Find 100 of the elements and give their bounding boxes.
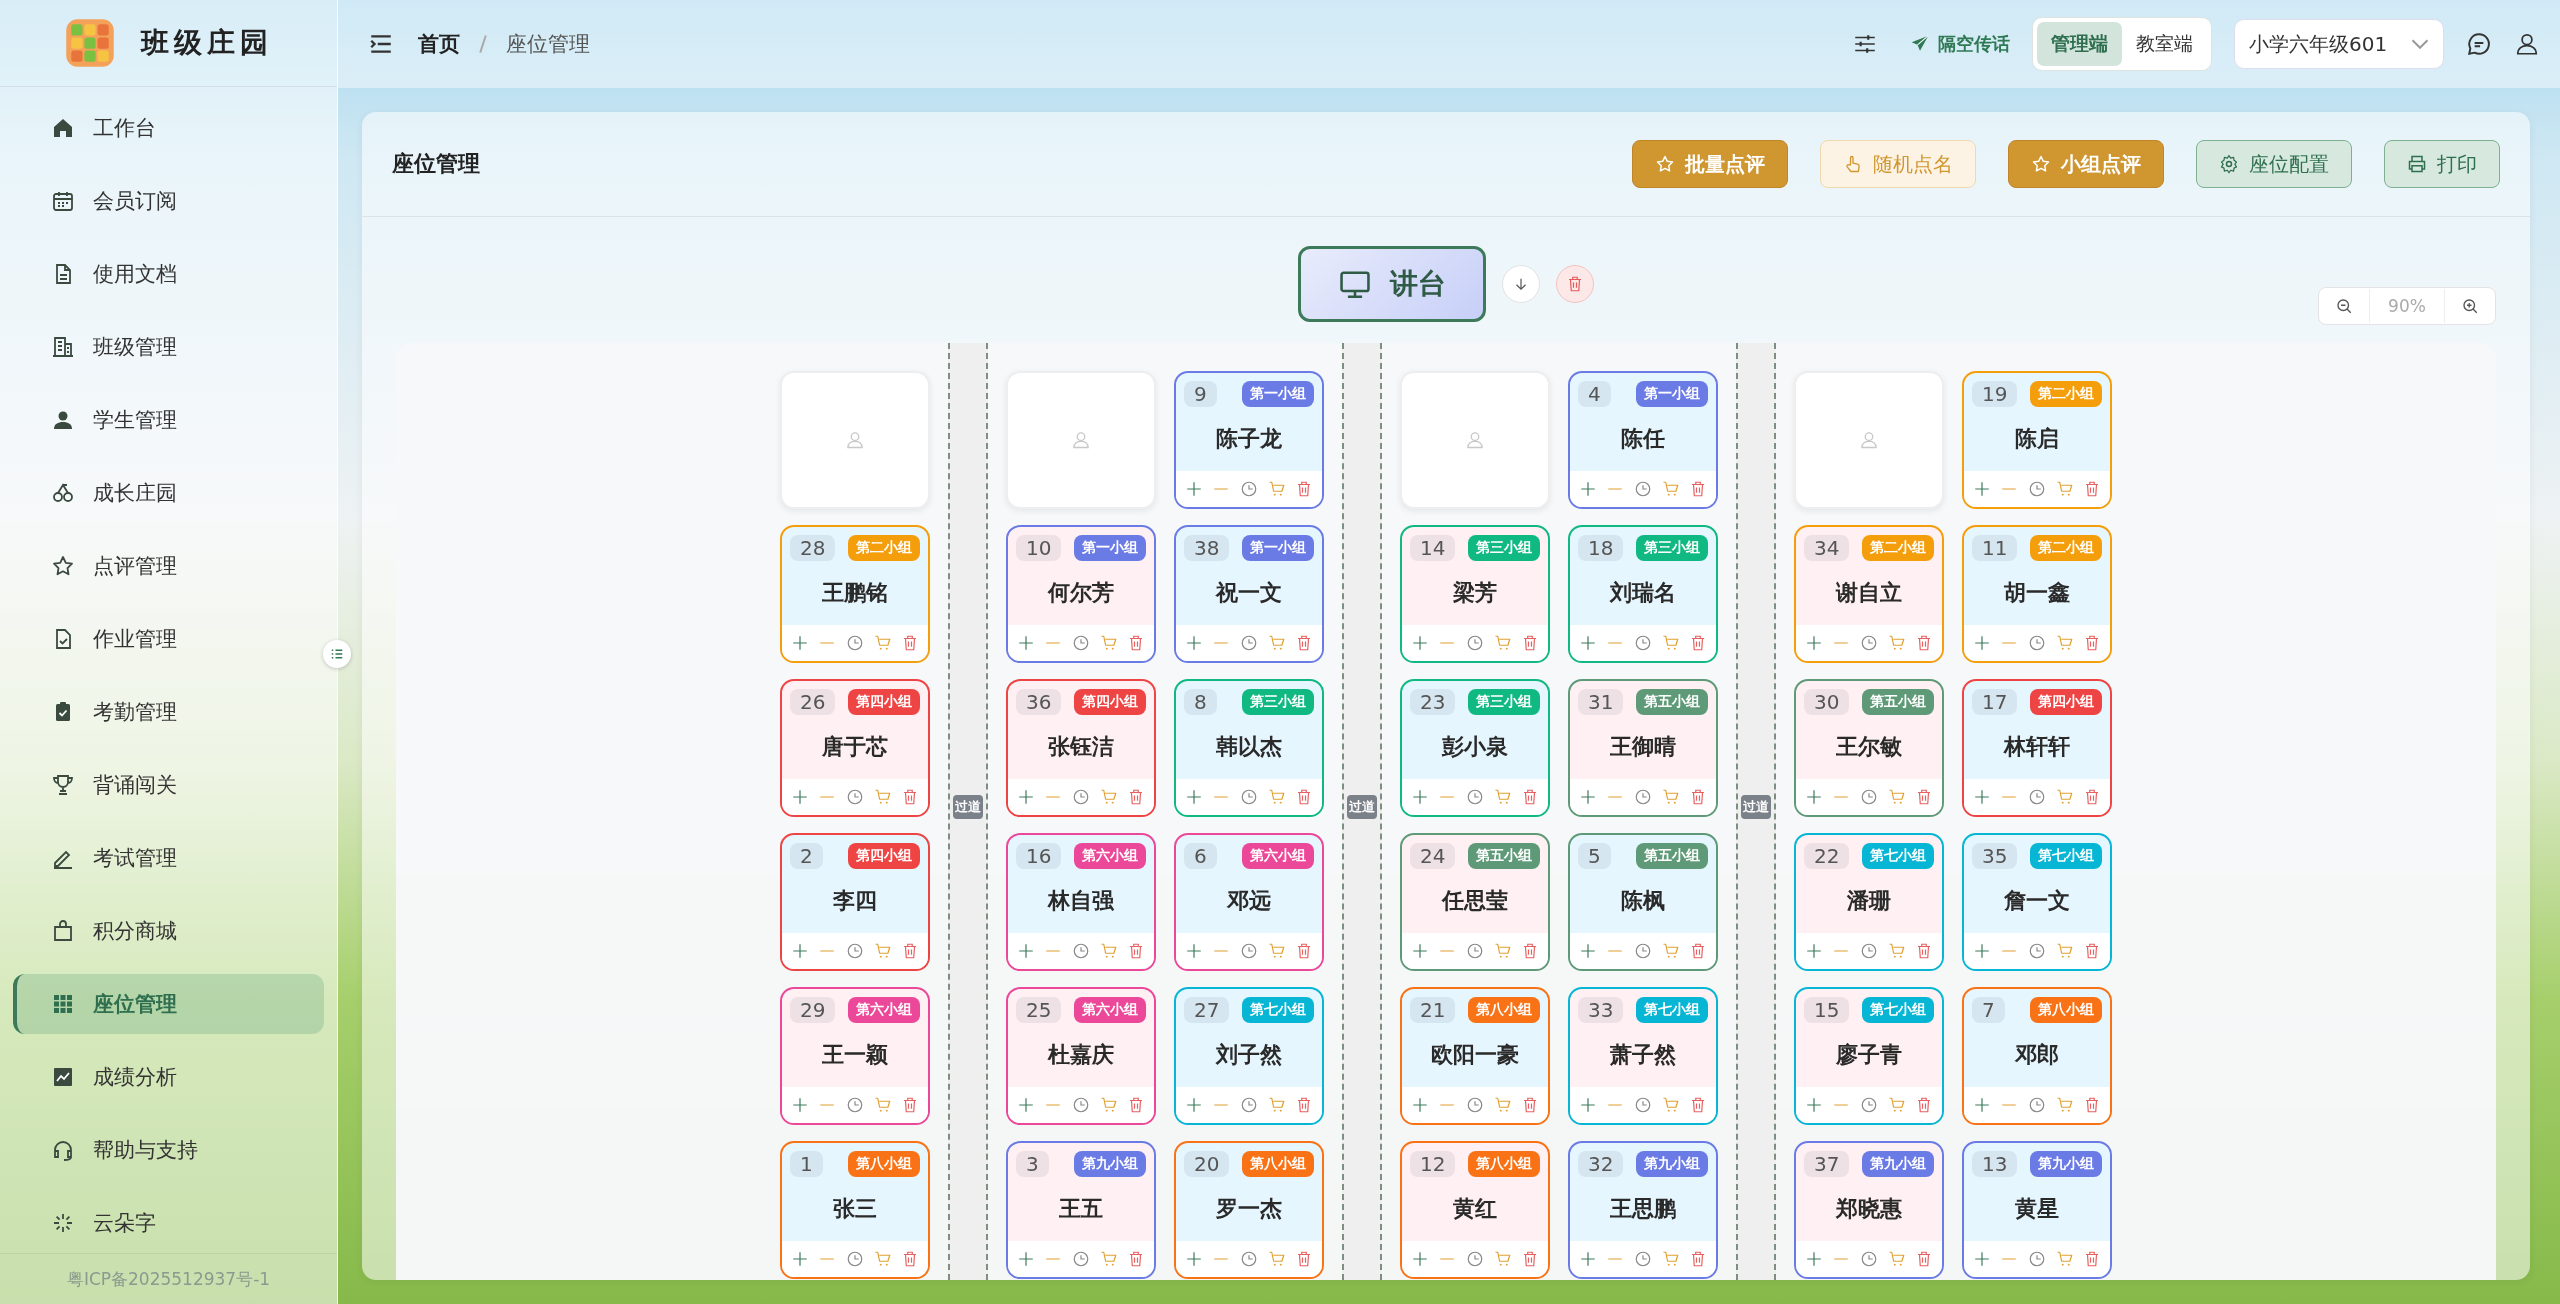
cart-icon[interactable] <box>1099 942 1118 960</box>
clock-icon[interactable] <box>846 634 864 652</box>
plus-icon[interactable] <box>1804 788 1823 806</box>
sidebar-item[interactable]: 帮助与支持 <box>13 1120 324 1181</box>
plus-icon[interactable] <box>1578 1250 1597 1268</box>
clock-icon[interactable] <box>1466 1096 1484 1114</box>
seat-card[interactable]: 22 第七小组 潘珊 <box>1794 833 1944 971</box>
cart-icon[interactable] <box>1887 788 1906 806</box>
seat-card[interactable]: 1 第八小组 张三 <box>780 1141 930 1279</box>
sidebar-item[interactable]: 背诵闯关 <box>13 755 324 816</box>
plus-icon[interactable] <box>1972 480 1991 498</box>
sidebar-item[interactable]: 使用文档 <box>13 244 324 305</box>
sidebar-item[interactable]: 考试管理 <box>13 828 324 889</box>
clock-icon[interactable] <box>1240 1096 1258 1114</box>
seat-card[interactable]: 12 第八小组 黄红 <box>1400 1141 1550 1279</box>
chat-icon[interactable] <box>2466 31 2492 57</box>
clock-icon[interactable] <box>1860 788 1878 806</box>
plus-icon[interactable] <box>1410 788 1429 806</box>
cart-icon[interactable] <box>2055 1250 2074 1268</box>
clock-icon[interactable] <box>1072 1250 1090 1268</box>
clock-icon[interactable] <box>846 1096 864 1114</box>
cart-icon[interactable] <box>1493 1096 1512 1114</box>
podium-button[interactable]: 讲台 <box>1298 246 1486 322</box>
sidebar-item[interactable]: 云朵字 <box>13 1193 324 1254</box>
plus-icon[interactable] <box>1410 634 1429 652</box>
clock-icon[interactable] <box>1860 942 1878 960</box>
clock-icon[interactable] <box>1240 480 1258 498</box>
seat-card[interactable]: 25 第六小组 杜嘉庆 <box>1006 987 1156 1125</box>
cart-icon[interactable] <box>2055 942 2074 960</box>
seat-card[interactable]: 34 第二小组 谢自立 <box>1794 525 1944 663</box>
seat-card[interactable]: 19 第二小组 陈启 <box>1962 371 2112 509</box>
seat-card[interactable]: 11 第二小组 胡一鑫 <box>1962 525 2112 663</box>
clock-icon[interactable] <box>1466 942 1484 960</box>
plus-icon[interactable] <box>1016 634 1035 652</box>
seat-card[interactable]: 20 第八小组 罗一杰 <box>1174 1141 1324 1279</box>
seat-card[interactable]: 10 第一小组 何尔芳 <box>1006 525 1156 663</box>
mode-tab[interactable]: 教室端 <box>2122 22 2207 66</box>
clock-icon[interactable] <box>1860 1096 1878 1114</box>
seat-card[interactable]: 29 第六小组 王一颖 <box>780 987 930 1125</box>
seat-card[interactable]: 36 第四小组 张钰洁 <box>1006 679 1156 817</box>
seat-card[interactable]: 18 第三小组 刘瑞名 <box>1568 525 1718 663</box>
seat-card[interactable]: 16 第六小组 林自强 <box>1006 833 1156 971</box>
cart-icon[interactable] <box>1493 788 1512 806</box>
clock-icon[interactable] <box>846 942 864 960</box>
cart-icon[interactable] <box>2055 480 2074 498</box>
cart-icon[interactable] <box>1267 634 1286 652</box>
cart-icon[interactable] <box>1267 1250 1286 1268</box>
clock-icon[interactable] <box>2028 480 2046 498</box>
plus-icon[interactable] <box>1972 634 1991 652</box>
sidebar-item[interactable]: 会员订阅 <box>13 171 324 232</box>
clock-icon[interactable] <box>2028 1096 2046 1114</box>
seat-card[interactable]: 5 第五小组 陈枫 <box>1568 833 1718 971</box>
sidebar-item[interactable]: 点评管理 <box>13 536 324 597</box>
delete-button[interactable] <box>1556 265 1594 303</box>
clock-icon[interactable] <box>1072 634 1090 652</box>
cart-icon[interactable] <box>1887 1096 1906 1114</box>
sidebar-item[interactable]: 考勤管理 <box>13 682 324 743</box>
plus-icon[interactable] <box>790 634 809 652</box>
sidebar-item[interactable]: 成绩分析 <box>13 1047 324 1108</box>
sidebar-item[interactable]: 工作台 <box>13 98 324 159</box>
plus-icon[interactable] <box>1578 634 1597 652</box>
seat-card[interactable]: 9 第一小组 陈子龙 <box>1174 371 1324 509</box>
breadcrumb-link[interactable]: 首页 <box>418 30 460 58</box>
clock-icon[interactable] <box>1634 942 1652 960</box>
plus-icon[interactable] <box>1578 788 1597 806</box>
clock-icon[interactable] <box>1466 788 1484 806</box>
clock-icon[interactable] <box>1634 1250 1652 1268</box>
clock-icon[interactable] <box>1634 634 1652 652</box>
cart-icon[interactable] <box>1493 1250 1512 1268</box>
seat-card[interactable]: 28 第二小组 王鹏铭 <box>780 525 930 663</box>
clock-icon[interactable] <box>1240 942 1258 960</box>
cart-icon[interactable] <box>873 1250 892 1268</box>
plus-icon[interactable] <box>1184 1096 1203 1114</box>
action-button[interactable]: 打印 <box>2384 140 2500 188</box>
cart-icon[interactable] <box>1661 1096 1680 1114</box>
sidebar-item[interactable]: 班级管理 <box>13 317 324 378</box>
broadcast-button[interactable]: 隔空传话 <box>1910 32 2010 56</box>
clock-icon[interactable] <box>1634 480 1652 498</box>
action-button[interactable]: 座位配置 <box>2196 140 2352 188</box>
seat-card[interactable]: 17 第四小组 林轩轩 <box>1962 679 2112 817</box>
clock-icon[interactable] <box>1466 634 1484 652</box>
seat-card[interactable]: 4 第一小组 陈任 <box>1568 371 1718 509</box>
cart-icon[interactable] <box>1661 480 1680 498</box>
plus-icon[interactable] <box>1972 1250 1991 1268</box>
clock-icon[interactable] <box>2028 1250 2046 1268</box>
clock-icon[interactable] <box>2028 634 2046 652</box>
clock-icon[interactable] <box>1072 1096 1090 1114</box>
cart-icon[interactable] <box>1887 634 1906 652</box>
plus-icon[interactable] <box>1184 788 1203 806</box>
cart-icon[interactable] <box>2055 1096 2074 1114</box>
seat-card[interactable]: 13 第九小组 黄星 <box>1962 1141 2112 1279</box>
plus-icon[interactable] <box>1972 788 1991 806</box>
clock-icon[interactable] <box>1240 634 1258 652</box>
user-icon[interactable] <box>2514 31 2540 57</box>
seat-card[interactable]: 38 第一小组 祝一文 <box>1174 525 1324 663</box>
clock-icon[interactable] <box>846 1250 864 1268</box>
plus-icon[interactable] <box>1016 1250 1035 1268</box>
class-select[interactable]: 小学六年级601 <box>2234 19 2444 69</box>
plus-icon[interactable] <box>1804 1096 1823 1114</box>
cart-icon[interactable] <box>873 788 892 806</box>
